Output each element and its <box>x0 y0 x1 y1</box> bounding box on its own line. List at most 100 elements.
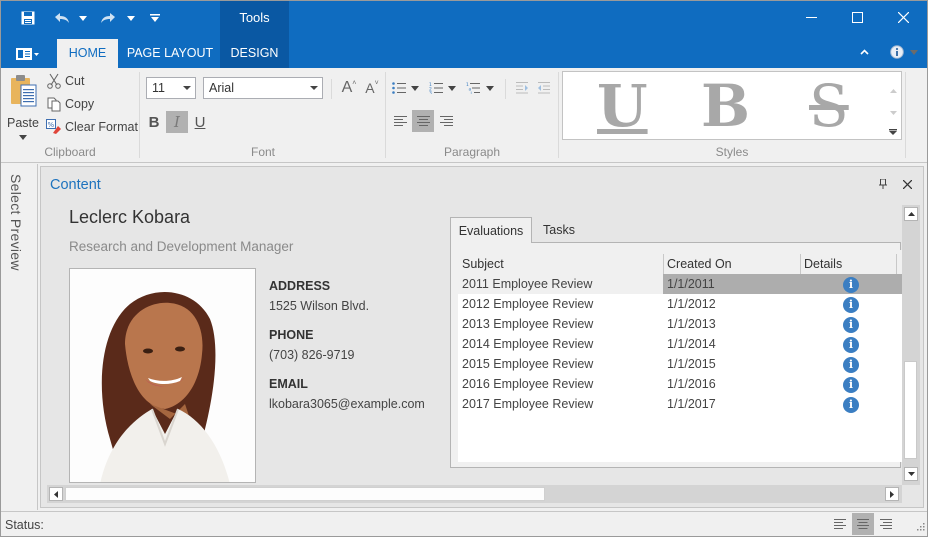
table-row[interactable]: 2017 Employee Review 1/1/2017 i <box>458 394 902 414</box>
minimize-button[interactable] <box>788 0 834 34</box>
cell-created-on[interactable]: 1/1/2013 <box>663 314 800 334</box>
cell-subject[interactable]: 2013 Employee Review <box>458 314 663 334</box>
cell-created-on[interactable]: 1/1/2011 <box>663 274 800 294</box>
style-bold[interactable]: B <box>701 74 750 138</box>
save-button[interactable] <box>18 8 38 28</box>
collapse-ribbon-button[interactable] <box>856 42 872 62</box>
cell-created-on[interactable]: 1/1/2016 <box>663 374 800 394</box>
vertical-scrollbar[interactable] <box>902 205 920 485</box>
cell-subject[interactable]: 2014 Employee Review <box>458 334 663 354</box>
cut-button[interactable]: Cut <box>46 73 84 89</box>
resize-grip[interactable] <box>917 520 925 534</box>
column-header-subject[interactable]: Subject <box>458 250 663 274</box>
table-row[interactable]: 2012 Employee Review 1/1/2012 i <box>458 294 902 314</box>
clear-format-button[interactable]: % Clear Format <box>46 119 138 135</box>
redo-button[interactable] <box>98 8 118 28</box>
phone-label: PHONE <box>269 328 314 342</box>
increase-indent-button[interactable] <box>511 77 533 99</box>
tab-tasks[interactable]: Tasks <box>532 217 586 243</box>
align-right-button[interactable] <box>435 110 457 132</box>
grow-font-button[interactable]: A ˄ <box>338 77 360 99</box>
undo-button[interactable] <box>52 8 72 28</box>
info-icon[interactable]: i <box>843 377 859 393</box>
status-label: Status: <box>5 518 44 532</box>
font-size-combo[interactable]: 11 <box>146 77 196 99</box>
scroll-up-button[interactable] <box>904 207 918 221</box>
redo-dropdown[interactable] <box>124 8 138 28</box>
underline-button[interactable]: U <box>189 111 211 133</box>
caret-right-icon <box>890 490 894 498</box>
pin-button[interactable] <box>875 176 891 192</box>
copy-button[interactable]: Copy <box>46 96 94 112</box>
tab-evaluations[interactable]: Evaluations <box>450 217 532 243</box>
status-align-left-button[interactable] <box>829 513 851 535</box>
table-row[interactable]: 2016 Employee Review 1/1/2016 i <box>458 374 902 394</box>
table-row[interactable]: 2011 Employee Review 1/1/2011 i <box>458 274 902 294</box>
help-button[interactable] <box>886 42 922 62</box>
undo-dropdown[interactable] <box>76 8 90 28</box>
gallery-scroll-up[interactable] <box>890 82 897 96</box>
info-icon[interactable]: i <box>843 397 859 413</box>
table-row[interactable]: 2013 Employee Review 1/1/2013 i <box>458 314 902 334</box>
cell-subject[interactable]: 2011 Employee Review <box>458 274 663 294</box>
app-menu-button[interactable] <box>14 44 42 64</box>
horizontal-scroll-thumb[interactable] <box>65 487 545 501</box>
status-align-right-button[interactable] <box>875 513 897 535</box>
info-icon[interactable]: i <box>843 357 859 373</box>
numbering-dropdown[interactable] <box>446 77 458 99</box>
content-panel: Content Leclerc Kobara Research and Deve… <box>40 166 924 508</box>
tab-design[interactable]: DESIGN <box>220 36 289 68</box>
tab-home[interactable]: HOME <box>57 39 118 68</box>
tab-page-layout[interactable]: PAGE LAYOUT <box>120 39 220 68</box>
align-center-button[interactable] <box>412 110 434 132</box>
table-row[interactable]: 2014 Employee Review 1/1/2014 i <box>458 334 902 354</box>
bold-button[interactable]: B <box>143 111 165 133</box>
status-align-center-button[interactable] <box>852 513 874 535</box>
select-preview-panel[interactable]: Select Preview <box>0 164 38 510</box>
cell-subject[interactable]: 2012 Employee Review <box>458 294 663 314</box>
cell-created-on[interactable]: 1/1/2017 <box>663 394 800 414</box>
column-header-created-on[interactable]: Created On <box>663 250 800 274</box>
clear-format-icon: % <box>46 119 61 134</box>
gallery-expand[interactable] <box>889 124 897 138</box>
cell-subject[interactable]: 2015 Employee Review <box>458 354 663 374</box>
horizontal-scrollbar[interactable] <box>47 485 902 503</box>
gallery-scroll-down[interactable] <box>890 104 897 118</box>
bullets-button[interactable] <box>390 77 408 99</box>
info-icon[interactable]: i <box>843 337 859 353</box>
multilevel-dropdown[interactable] <box>484 77 496 99</box>
maximize-button[interactable] <box>834 0 880 34</box>
scroll-right-button[interactable] <box>885 487 899 501</box>
caret-up-icon <box>907 212 915 216</box>
undo-icon <box>55 13 69 23</box>
decrease-indent-button[interactable] <box>533 77 555 99</box>
align-left-button[interactable] <box>389 110 411 132</box>
column-header-details[interactable]: Details <box>800 250 896 274</box>
info-icon[interactable]: i <box>843 297 859 313</box>
font-family-combo[interactable]: Arial <box>203 77 323 99</box>
table-row[interactable]: 2015 Employee Review 1/1/2015 i <box>458 354 902 374</box>
italic-button[interactable]: I <box>166 111 188 133</box>
cell-created-on[interactable]: 1/1/2012 <box>663 294 800 314</box>
chevron-down-icon <box>183 86 191 90</box>
chevron-up-icon <box>859 49 869 55</box>
close-window-button[interactable] <box>880 0 926 34</box>
cell-subject[interactable]: 2017 Employee Review <box>458 394 663 414</box>
multilevel-list-button[interactable]: 1ai <box>464 77 482 99</box>
info-icon[interactable]: i <box>843 277 859 293</box>
style-strikethrough[interactable]: S <box>809 74 849 138</box>
close-panel-button[interactable] <box>899 176 915 192</box>
customize-qat-button[interactable] <box>147 8 163 28</box>
paste-button[interactable]: Paste <box>6 74 40 140</box>
scroll-down-button[interactable] <box>904 467 918 481</box>
bullets-dropdown[interactable] <box>409 77 421 99</box>
shrink-font-button[interactable]: A ˅ <box>361 77 383 99</box>
cell-created-on[interactable]: 1/1/2015 <box>663 354 800 374</box>
scroll-left-button[interactable] <box>49 487 63 501</box>
style-underline[interactable]: U <box>597 74 648 138</box>
vertical-scroll-thumb[interactable] <box>904 361 917 459</box>
cell-subject[interactable]: 2016 Employee Review <box>458 374 663 394</box>
numbering-button[interactable]: 123 <box>427 77 445 99</box>
cell-created-on[interactable]: 1/1/2014 <box>663 334 800 354</box>
info-icon[interactable]: i <box>843 317 859 333</box>
